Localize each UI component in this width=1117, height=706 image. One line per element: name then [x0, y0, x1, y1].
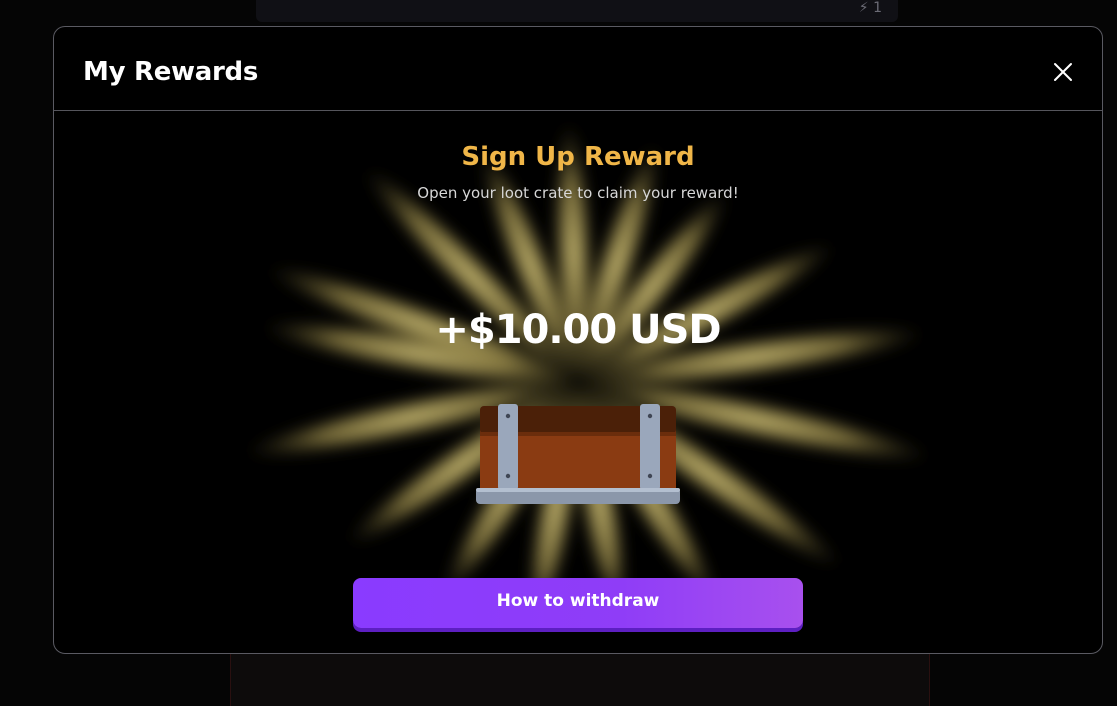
- close-icon: [1054, 63, 1072, 81]
- background-badge: ⚡ 1: [858, 0, 882, 16]
- modal-title: My Rewards: [83, 57, 259, 87]
- background-badge-count: 1: [873, 0, 882, 16]
- how-to-withdraw-button[interactable]: How to withdraw: [353, 578, 803, 628]
- close-button[interactable]: [1052, 61, 1074, 83]
- background-panel: [230, 654, 930, 706]
- reward-subtitle: Open your loot crate to claim your rewar…: [417, 184, 739, 202]
- reward-title: Sign Up Reward: [461, 142, 695, 172]
- background-topbar: ⚡ 1: [256, 0, 898, 22]
- modal-header: My Rewards: [54, 27, 1102, 111]
- modal-body: Sign Up Reward Open your loot crate to c…: [54, 112, 1102, 653]
- reward-amount: +$10.00 USD: [435, 307, 721, 353]
- loot-crate-image: [476, 404, 680, 504]
- rewards-modal: My Rewards Sign Up Reward Open your loot…: [53, 26, 1103, 654]
